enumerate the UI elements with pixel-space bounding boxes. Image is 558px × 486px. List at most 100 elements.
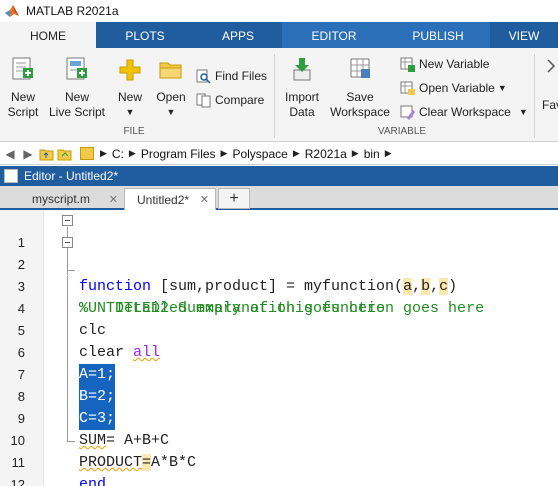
new-live-script-label-1: New	[64, 90, 89, 104]
new-script-label-1: New	[10, 90, 35, 104]
line-number: 12	[10, 477, 25, 486]
code-line: 3 % Detailed explanation goes here	[0, 254, 558, 317]
compare-icon	[196, 93, 211, 107]
new-variable-label: New Variable	[419, 57, 490, 71]
tab-plots[interactable]: PLOTS	[96, 22, 194, 48]
tab-view[interactable]: VIEW	[490, 22, 558, 48]
code-keyword: end	[79, 476, 107, 486]
save-workspace-button[interactable]: Save Workspace	[328, 54, 392, 124]
breadcrumb-separator-icon: ▶	[384, 148, 392, 158]
import-data-label-1: Import	[284, 90, 319, 104]
close-tab-icon[interactable]: ✕	[200, 193, 209, 206]
breadcrumb-item[interactable]: R2021a	[305, 147, 347, 161]
tab-publish[interactable]: PUBLISH	[386, 22, 490, 48]
open-label: Open	[156, 90, 186, 104]
save-workspace-label-1: Save	[346, 90, 374, 104]
up-folder-icon[interactable]	[38, 146, 54, 162]
import-data-label-2: Data	[289, 105, 315, 119]
breadcrumb-item[interactable]: Program Files	[141, 147, 216, 161]
breadcrumb-separator-icon: ▶	[292, 148, 300, 158]
clear-workspace-button[interactable]: Clear Workspace ▼	[400, 103, 528, 121]
favorites-button[interactable]: Fav	[540, 54, 558, 124]
open-variable-caret-icon: ▼	[497, 83, 507, 93]
group-separator-2	[534, 54, 535, 138]
editor-title-bar: Editor - Untitled2*	[0, 166, 558, 186]
open-dropdown-caret-icon: ▼	[166, 107, 176, 117]
new-live-script-icon	[66, 57, 87, 80]
doc-tab-label: Untitled2*	[137, 192, 190, 207]
code-line: 5 clear all	[0, 298, 558, 361]
tab-apps[interactable]: APPS	[194, 22, 282, 48]
new-tab-button[interactable]: +	[218, 188, 250, 209]
clear-workspace-label: Clear Workspace	[419, 105, 511, 119]
clear-workspace-icon	[400, 105, 415, 120]
code-line: 7 B=2;	[0, 342, 558, 408]
open-variable-label: Open Variable	[419, 81, 495, 95]
browse-folder-icon[interactable]	[56, 146, 72, 162]
new-variable-icon	[400, 57, 415, 72]
fold-toggle-icon[interactable]	[62, 215, 73, 226]
doc-tab-untitled2[interactable]: Untitled2* ✕	[124, 188, 216, 210]
code-line: 10 PRODUCT=A*B*C	[0, 408, 558, 471]
open-variable-icon	[400, 81, 415, 95]
breadcrumb-item[interactable]: Polyspace	[232, 147, 287, 161]
editor-title: Editor - Untitled2*	[24, 169, 119, 183]
tab-home[interactable]: HOME	[0, 22, 96, 48]
code-line: 11 end	[0, 430, 558, 486]
new-live-script-button[interactable]: New Live Script	[46, 54, 108, 124]
breadcrumb-item[interactable]: C:	[112, 147, 124, 161]
open-variable-button[interactable]: Open Variable ▼	[400, 79, 507, 97]
new-script-label-2: Script	[7, 105, 39, 119]
code-line: 8 C=3;	[0, 364, 558, 430]
title-bar: MATLAB R2021a	[0, 0, 558, 22]
editor-icon	[4, 169, 18, 183]
doc-tab-label: myscript.m	[32, 192, 90, 206]
open-button[interactable]: Open ▼	[152, 54, 190, 124]
breadcrumb-separator-icon: ▶	[100, 148, 107, 158]
back-arrow-icon[interactable]: ◀	[2, 146, 18, 162]
close-tab-icon[interactable]: ✕	[109, 193, 118, 206]
code-line: 1 function [sum,product] = myfunction(a,…	[0, 210, 558, 295]
new-variable-button[interactable]: New Variable	[400, 55, 489, 73]
tab-editor[interactable]: EDITOR	[282, 22, 386, 48]
ribbon: New Script New Live Script New ▼ Open ▼	[0, 48, 558, 142]
new-script-button[interactable]: New Script	[4, 54, 42, 124]
doc-tab-myscript[interactable]: myscript.m ✕	[12, 188, 124, 210]
matlab-logo-icon	[5, 5, 19, 17]
new-label: New	[117, 90, 142, 104]
save-workspace-label-2: Workspace	[330, 105, 390, 119]
import-data-icon	[293, 58, 311, 81]
code-line: 2 %UNTITLED2 Summary of this function go…	[0, 232, 558, 317]
save-workspace-icon	[350, 58, 370, 78]
folder-open-icon	[159, 62, 182, 79]
code-line: 6 A=1;	[0, 320, 558, 386]
find-files-icon	[196, 69, 211, 84]
current-folder-bar: ◀ ▶ ▶ C: ▶ Program Files ▶ Polyspace ▶ R…	[0, 143, 558, 165]
new-dropdown-caret-icon: ▼	[125, 107, 135, 117]
favorites-icon	[547, 59, 556, 73]
forward-arrow-icon[interactable]: ▶	[20, 146, 36, 162]
new-live-script-label-2: Live Script	[48, 105, 106, 119]
breadcrumb-separator-icon: ▶	[351, 148, 359, 158]
window-title: MATLAB R2021a	[26, 4, 119, 18]
clear-workspace-caret-icon: ▼	[518, 107, 528, 117]
code-line: 9 SUM= A+B+C	[0, 386, 558, 449]
group-separator	[274, 54, 275, 138]
breadcrumb-item[interactable]: bin	[364, 147, 380, 161]
find-files-button[interactable]: Find Files	[196, 67, 267, 85]
favorites-label: Fav	[542, 98, 558, 112]
breadcrumb-separator-icon: ▶	[128, 148, 136, 158]
breadcrumb-separator-icon: ▶	[220, 148, 228, 158]
code-line: 12	[0, 452, 558, 486]
find-files-label: Find Files	[215, 69, 268, 83]
compare-label: Compare	[215, 93, 265, 107]
new-button[interactable]: New ▼	[112, 54, 148, 124]
toolstrip-tabs: HOME PLOTS APPS EDITOR PUBLISH VIEW	[0, 22, 558, 48]
code-editor[interactable]: 1 function [sum,product] = myfunction(a,…	[0, 210, 558, 486]
plus-icon	[119, 59, 141, 81]
code-line: 4 clc	[0, 276, 558, 339]
new-script-icon	[12, 57, 33, 80]
import-data-button[interactable]: Import Data	[280, 54, 324, 124]
fold-toggle-icon[interactable]	[62, 237, 73, 248]
compare-button[interactable]: Compare	[196, 91, 264, 109]
